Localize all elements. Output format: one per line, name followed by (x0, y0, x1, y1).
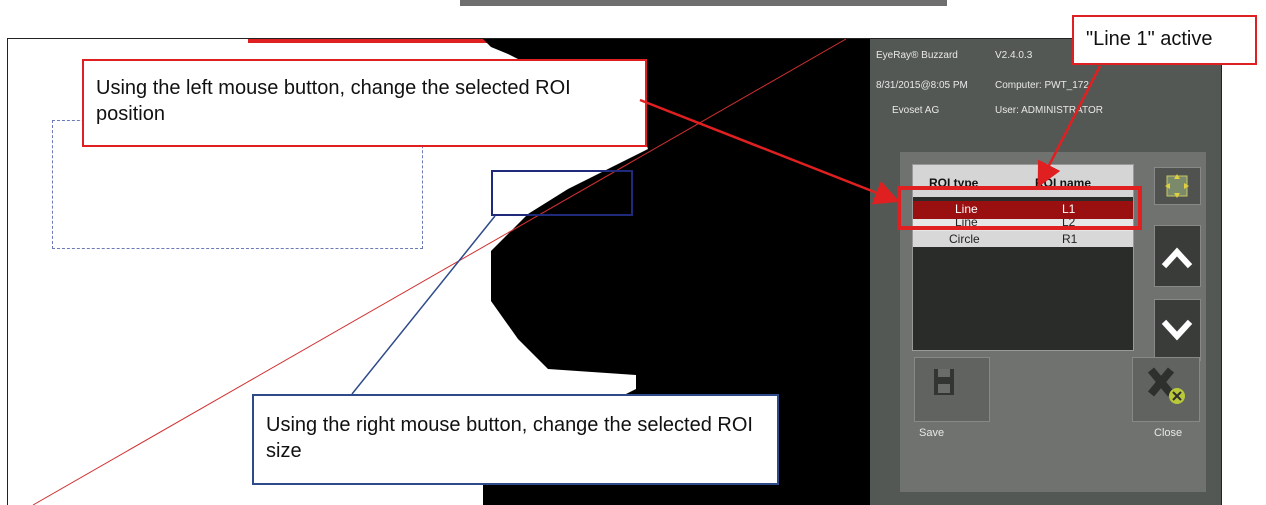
move-down-button[interactable] (1154, 299, 1201, 361)
roi-l1-selected[interactable] (491, 170, 633, 216)
user-name: User: ADMINISTRATOR (995, 105, 1103, 116)
control-panel: EyeRay® Buzzard V2.4.0.3 8/31/2015@8:05 … (870, 39, 1221, 505)
company-name: Evoset AG (892, 105, 940, 116)
close-x-icon (1147, 367, 1185, 404)
app-version: V2.4.0.3 (995, 50, 1033, 61)
chevron-down-icon (1161, 319, 1193, 341)
top-strip (460, 0, 947, 6)
computer-name: Computer: PWT_172 (995, 80, 1089, 91)
move-up-button[interactable] (1154, 225, 1201, 287)
close-button[interactable] (1132, 357, 1200, 422)
close-label: Close (1154, 427, 1183, 439)
roi-row-r1[interactable]: Circle R1 (913, 231, 1133, 247)
callout-left-mouse: Using the left mouse button, change the … (82, 59, 647, 147)
callout-line-active: "Line 1" active (1072, 15, 1257, 65)
move-arrows-icon (1165, 174, 1189, 198)
roi-name-cell: R1 (1062, 232, 1078, 246)
save-button[interactable] (914, 357, 990, 422)
floppy-disk-icon (934, 369, 954, 395)
roi-type-cell: Circle (949, 232, 980, 246)
save-label: Save (919, 427, 945, 439)
move-roi-button[interactable] (1154, 167, 1201, 205)
callout-right-mouse: Using the right mouse button, change the… (252, 394, 779, 485)
figure: EyeRay® Buzzard V2.4.0.3 8/31/2015@8:05 … (0, 0, 1266, 505)
chevron-up-icon (1161, 247, 1193, 269)
app-name: EyeRay® Buzzard (876, 50, 958, 61)
active-row-highlight (897, 186, 1142, 230)
datetime: 8/31/2015@8:05 PM (876, 80, 968, 91)
